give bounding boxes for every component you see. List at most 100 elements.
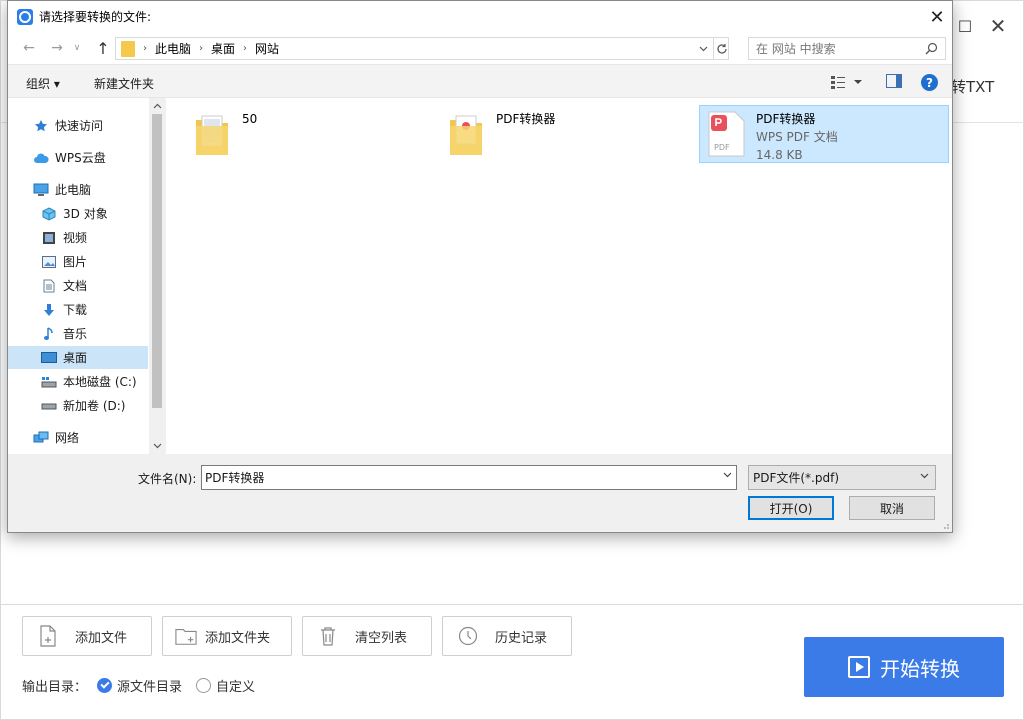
file-list: 50 PDF转换器 PDF PDF转换器 WPS PDF 文档 14.8 KB [166,98,952,454]
arrow-left-icon: ← [23,40,35,56]
recent-locations-button[interactable]: ∨ [70,37,84,59]
desktop-icon [41,350,57,366]
play-icon [848,656,870,678]
radio-source-dir[interactable]: 源文件目录 [97,676,182,695]
radio-unchecked-icon [196,677,212,693]
cloud-icon [33,150,49,166]
dialog-title: 请选择要转换的文件: [39,10,152,24]
chevron-down-icon [699,46,707,52]
computer-icon [33,182,49,198]
up-button[interactable]: ↑ [92,37,114,59]
folder-icon [446,110,486,158]
sidebar-item-label: 本地磁盘 (C:) [63,375,137,389]
clock-icon [457,624,479,648]
start-convert-button[interactable]: 开始转换 [804,637,1004,697]
file-item-folder-pdf-converter[interactable]: PDF转换器 [440,106,680,164]
clear-list-label: 清空列表 [355,630,408,646]
tab-to-txt[interactable]: 转TXT [951,76,994,97]
download-icon [41,302,57,318]
sidebar-item-quick-access[interactable]: 快速访问 [8,114,148,137]
sidebar-item-label: 网络 [55,431,80,445]
dialog-footer: 文件名(N): PDF转换器 PDF文件(*.pdf) 打开(O) 取消 [8,454,952,532]
cancel-button[interactable]: 取消 [849,496,935,520]
maximize-icon: ☐ [957,16,973,36]
close-icon: ✕ [929,6,945,28]
radio-custom-dir-label: 自定义 [216,679,256,695]
dialog-titlebar: 请选择要转换的文件: [8,1,952,32]
sidebar-item-label: 新加卷 (D:) [63,399,126,413]
network-icon [33,430,49,446]
resize-grip-icon[interactable] [940,520,950,530]
filetype-select[interactable]: PDF文件(*.pdf) [748,465,936,490]
scrollbar-thumb[interactable] [152,114,162,408]
file-name: PDF转换器 [496,112,556,126]
sidebar-item-label: 文档 [63,279,88,293]
drive-d-icon [41,398,57,414]
open-button[interactable]: 打开(O) [748,496,834,520]
refresh-button[interactable] [713,38,729,59]
picture-icon [41,254,57,270]
cube-icon [41,206,57,222]
sidebar-item-3d-objects[interactable]: 3D 对象 [8,202,148,225]
pdf-file-icon: PDF [706,110,746,158]
radio-custom-dir[interactable]: 自定义 [196,676,255,695]
sidebar-item-label: 快速访问 [55,119,104,133]
dialog-close-button[interactable]: ✕ [922,3,952,31]
search-input[interactable]: 在 网站 中搜索 [756,40,921,57]
scroll-up-icon[interactable] [149,98,166,114]
breadcrumb-desktop[interactable]: 桌面 [211,40,235,57]
sidebar-item-documents[interactable]: 文档 [8,274,148,297]
filename-field[interactable]: PDF转换器 [201,465,737,490]
breadcrumb-separator: › [243,43,248,54]
sidebar-item-drive-d[interactable]: 新加卷 (D:) [8,394,148,417]
sidebar-item-desktop[interactable]: 桌面 [8,346,148,369]
filename-value[interactable]: PDF转换器 [205,469,264,486]
film-icon [41,230,57,246]
address-bar[interactable]: › 此电脑 › 桌面 › 网站 [115,37,729,60]
maximize-button[interactable]: ☐ [954,15,976,37]
add-folder-button[interactable]: 添加文件夹 [162,616,292,656]
sidebar-item-pictures[interactable]: 图片 [8,250,148,273]
address-history-dropdown[interactable] [696,40,710,58]
app-close-button[interactable]: ✕ [987,14,1009,38]
close-icon: ✕ [989,14,1007,38]
sidebar-item-label: 下载 [63,303,88,317]
back-button[interactable]: ← [18,37,40,59]
file-name: 50 [242,112,258,126]
history-button[interactable]: 历史记录 [442,616,572,656]
sidebar-item-this-pc[interactable]: 此电脑 [8,178,148,201]
search-box[interactable]: 在 网站 中搜索 [748,37,946,60]
organize-menu[interactable]: 组织 ▾ [26,75,60,92]
sidebar-item-label: 视频 [63,231,88,245]
change-view-button[interactable] [830,74,864,90]
sidebar-item-label: 音乐 [63,327,88,341]
breadcrumb-separator: › [143,43,147,54]
breadcrumb-this-pc[interactable]: 此电脑 [155,40,191,57]
forward-button[interactable]: → [46,37,68,59]
app-logo-icon [17,8,33,25]
file-item-folder-50[interactable]: 50 [186,106,426,164]
add-file-icon [37,624,59,648]
sidebar-item-wps-cloud[interactable]: WPS云盘 [8,146,148,169]
scroll-down-icon[interactable] [149,438,166,454]
chevron-down-icon [723,472,732,478]
new-folder-button[interactable]: 新建文件夹 [94,75,154,92]
sidebar-item-music[interactable]: 音乐 [8,322,148,345]
drive-c-icon [41,374,57,390]
breadcrumb-website[interactable]: 网站 [255,40,279,57]
sidebar-item-videos[interactable]: 视频 [8,226,148,249]
add-file-button[interactable]: 添加文件 [22,616,152,656]
help-button[interactable]: ? [921,74,938,91]
filename-history-dropdown[interactable] [723,470,732,481]
sidebar-item-drive-c[interactable]: 本地磁盘 (C:) [8,370,148,393]
file-item-pdf-converter-pdf[interactable]: PDF PDF转换器 WPS PDF 文档 14.8 KB [699,105,949,163]
sidebar-item-network[interactable]: 网络 [8,426,148,449]
sidebar-scrollbar[interactable] [149,98,166,454]
folder-icon [192,110,232,158]
refresh-icon [716,43,727,54]
sidebar-item-downloads[interactable]: 下载 [8,298,148,321]
navigation-pane: 快速访问 WPS云盘 此电脑 3D 对象 视频 图片 文档 下载 音乐 桌面 本… [8,98,166,454]
filename-label: 文件名(N): [138,472,197,486]
preview-pane-icon[interactable] [886,74,902,88]
clear-list-button[interactable]: 清空列表 [302,616,432,656]
